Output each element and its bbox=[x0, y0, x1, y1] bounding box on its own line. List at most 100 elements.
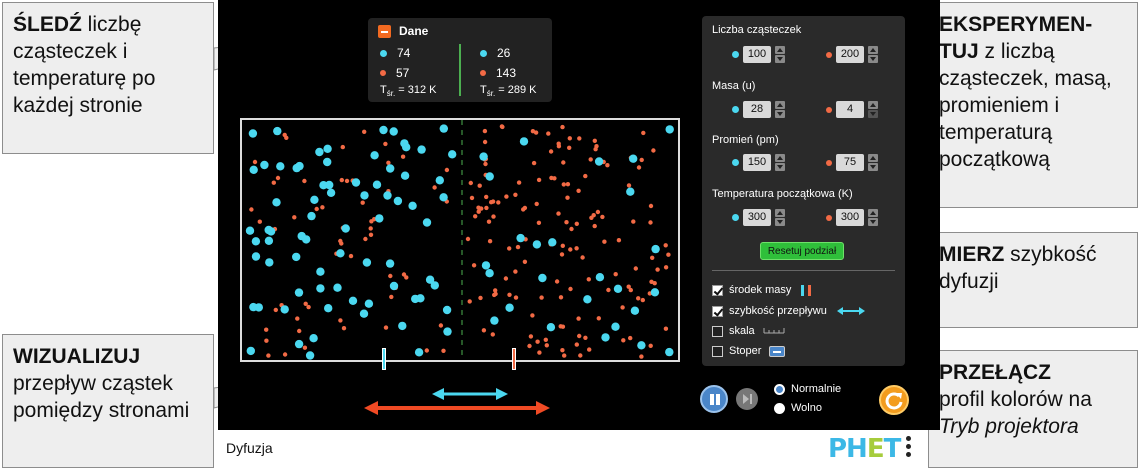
red-particle bbox=[588, 157, 593, 162]
red-particle bbox=[340, 144, 345, 150]
radio-speed-normal[interactable]: Normalnie bbox=[774, 383, 841, 395]
temp-cyan-spinner[interactable]: 300 bbox=[732, 209, 785, 226]
checkbox-stopwatch[interactable]: Stoper bbox=[712, 345, 786, 357]
decrement-icon[interactable] bbox=[775, 110, 785, 118]
checkbox-unchecked-icon[interactable] bbox=[712, 345, 723, 357]
mass-red-spinner[interactable]: 4 bbox=[826, 101, 878, 118]
radius-cyan-spinner[interactable]: 150 bbox=[732, 154, 785, 171]
cyan-particle bbox=[359, 309, 369, 318]
cyan-particle bbox=[383, 191, 392, 200]
cyan-particle bbox=[386, 164, 395, 173]
decrement-icon[interactable] bbox=[775, 55, 785, 63]
red-particle bbox=[546, 131, 551, 136]
collapse-icon[interactable] bbox=[378, 24, 391, 38]
red-particle bbox=[348, 253, 354, 259]
red-particle bbox=[362, 129, 367, 134]
callout-measure-bold: MIERZ bbox=[939, 243, 1005, 266]
decrement-icon[interactable] bbox=[868, 110, 878, 118]
cyan-particle bbox=[505, 303, 514, 312]
temp-cyan-value[interactable]: 300 bbox=[743, 209, 771, 226]
count-red-spinner[interactable]: 200 bbox=[826, 46, 878, 63]
mass-cyan-value[interactable]: 28 bbox=[743, 101, 771, 118]
reset-all-button[interactable] bbox=[879, 385, 909, 415]
data-panel-header[interactable]: Dane bbox=[378, 24, 428, 38]
cyan-particle bbox=[351, 178, 361, 187]
decrement-icon[interactable] bbox=[868, 218, 878, 226]
red-particle bbox=[633, 266, 638, 271]
red-particle bbox=[533, 130, 539, 135]
cyan-particle bbox=[595, 273, 605, 282]
increment-icon[interactable] bbox=[868, 154, 878, 162]
red-particle bbox=[341, 326, 347, 331]
checkbox-flow-rate[interactable]: szybkość przepływu bbox=[712, 305, 865, 317]
radius-red-spinner[interactable]: 75 bbox=[826, 154, 878, 171]
callout-visualize-bold: WIZUALIZUJ bbox=[13, 345, 141, 368]
red-particle bbox=[556, 211, 561, 216]
step-button[interactable] bbox=[736, 388, 758, 410]
decrement-icon[interactable] bbox=[775, 218, 785, 226]
checkbox-scale[interactable]: skala bbox=[712, 325, 785, 337]
particle-container[interactable] bbox=[240, 118, 680, 362]
data-panel: Dane 74 57 Tśr. = 312 K 26 143 Tśr. = 28… bbox=[368, 18, 552, 102]
red-particle bbox=[491, 214, 496, 219]
menu-icon[interactable] bbox=[906, 436, 912, 460]
red-particle bbox=[650, 255, 655, 260]
red-particle bbox=[320, 205, 325, 210]
red-particle bbox=[537, 350, 542, 355]
red-particle bbox=[306, 304, 311, 310]
cyan-particle bbox=[601, 333, 610, 342]
increment-icon[interactable] bbox=[868, 46, 878, 54]
decrement-icon[interactable] bbox=[775, 163, 785, 171]
increment-icon[interactable] bbox=[868, 101, 878, 109]
checkbox-center-of-mass[interactable]: środek masy bbox=[712, 284, 812, 296]
red-particle bbox=[530, 313, 535, 318]
cyan-particle bbox=[348, 296, 358, 305]
increment-icon[interactable] bbox=[775, 46, 785, 54]
red-particle bbox=[596, 316, 601, 321]
count-cyan-spinner[interactable]: 100 bbox=[732, 46, 785, 63]
count-red-value[interactable]: 200 bbox=[836, 46, 864, 63]
mass-cyan-spinner[interactable]: 28 bbox=[732, 101, 785, 118]
red-particle bbox=[303, 301, 308, 306]
red-particle bbox=[554, 279, 560, 284]
checkbox-checked-icon[interactable] bbox=[712, 305, 723, 317]
red-particle bbox=[574, 342, 579, 347]
cyan-particle bbox=[385, 259, 395, 268]
left-cyan-count: 74 bbox=[397, 46, 411, 60]
cyan-particle-icon bbox=[732, 159, 739, 166]
red-particle bbox=[468, 180, 473, 186]
radius-red-value[interactable]: 75 bbox=[836, 154, 864, 171]
checkbox-unchecked-icon[interactable] bbox=[712, 325, 723, 337]
checkbox-checked-icon[interactable] bbox=[712, 284, 723, 296]
particle-field bbox=[245, 120, 674, 360]
radius-cyan-value[interactable]: 150 bbox=[743, 154, 771, 171]
red-particle bbox=[504, 194, 509, 199]
red-particle bbox=[583, 335, 588, 340]
red-particle bbox=[489, 200, 494, 205]
radio-selected-icon[interactable] bbox=[774, 383, 785, 395]
decrement-icon[interactable] bbox=[868, 55, 878, 63]
red-particle bbox=[513, 269, 518, 274]
temp-red-spinner[interactable]: 300 bbox=[826, 209, 878, 226]
mass-red-value[interactable]: 4 bbox=[836, 101, 864, 118]
reset-divider-button[interactable]: Resetuj podział bbox=[760, 242, 844, 260]
red-particle bbox=[578, 353, 583, 358]
phet-logo[interactable]: PHET bbox=[828, 434, 901, 464]
increment-icon[interactable] bbox=[775, 154, 785, 162]
radio-unselected-icon[interactable] bbox=[774, 402, 785, 414]
increment-icon[interactable] bbox=[775, 101, 785, 109]
temp-red-value[interactable]: 300 bbox=[836, 209, 864, 226]
red-particle bbox=[264, 327, 269, 332]
increment-icon[interactable] bbox=[868, 209, 878, 217]
increment-icon[interactable] bbox=[775, 209, 785, 217]
pause-button[interactable] bbox=[700, 385, 728, 413]
cyan-particle bbox=[425, 275, 435, 284]
red-particle bbox=[273, 307, 278, 313]
count-cyan-value[interactable]: 100 bbox=[743, 46, 771, 63]
logo-text-e: E bbox=[866, 434, 885, 464]
radio-speed-slow[interactable]: Wolno bbox=[774, 402, 822, 414]
cyan-particle bbox=[538, 273, 547, 283]
cyan-particle bbox=[245, 226, 255, 235]
red-particle bbox=[552, 176, 557, 181]
decrement-icon[interactable] bbox=[868, 163, 878, 171]
